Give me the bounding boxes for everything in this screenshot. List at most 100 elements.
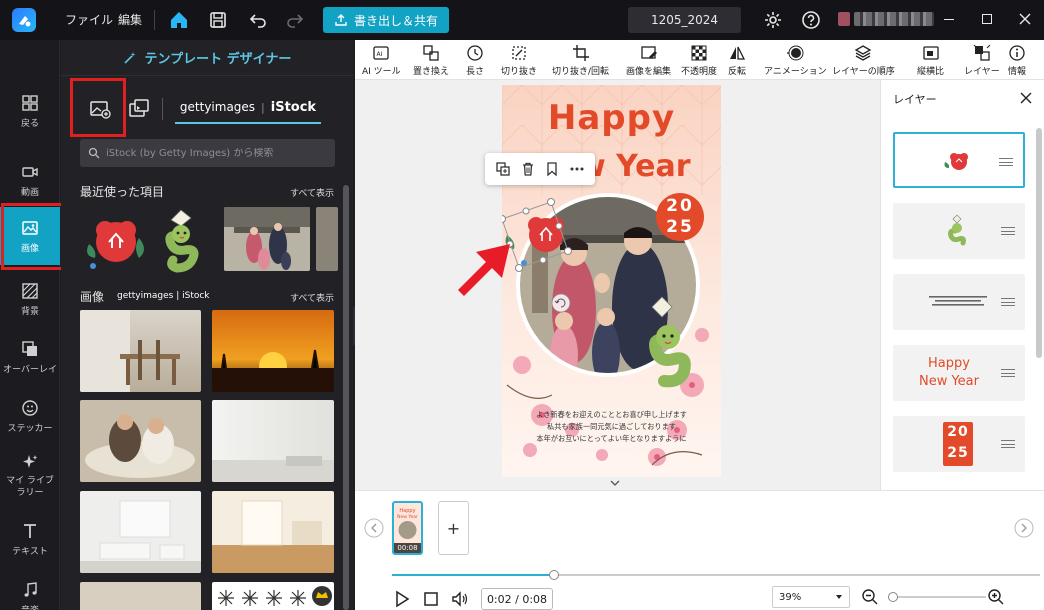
timeline-prev-icon[interactable] [364,518,384,538]
image-thumb-wood-room[interactable] [212,491,334,573]
zoom-select[interactable]: 39% [772,586,850,608]
template-designer-title: テンプレート デザイナー [144,52,292,67]
chevron-down-icon[interactable] [608,478,622,488]
nav-video[interactable]: 動画 [0,151,60,209]
recent-item-family-photo[interactable] [224,207,310,271]
recent-item-camellia[interactable] [81,208,151,272]
timeline-next-icon[interactable] [1014,518,1034,538]
bookmark-icon[interactable] [544,161,560,177]
recent-show-all-link[interactable]: すべて表示 [290,186,334,199]
card-year-badge[interactable]: 20 25 [656,196,704,238]
tool-info[interactable]: 情報 [1008,44,1026,77]
menu-file[interactable]: ファイル [65,11,113,28]
tool-cutout[interactable]: 切り抜き [501,44,537,77]
image-thumb-partial-1[interactable] [80,582,201,610]
layer-item-year-badge[interactable]: 20 25 [893,416,1025,472]
user-avatar[interactable] [838,12,850,26]
tool-flip[interactable]: 反転 [728,44,746,77]
tool-edit-image[interactable]: 画像を編集 [626,44,671,77]
search-box[interactable] [80,139,335,167]
more-icon[interactable] [569,161,585,177]
play-icon[interactable] [394,590,410,608]
tool-opacity[interactable]: 不透明度 [681,44,717,77]
save-icon[interactable] [207,9,229,31]
nav-text[interactable]: テキスト [0,510,60,568]
tool-animation[interactable]: アニメーション [764,44,827,77]
snake-thumb-icon [948,214,966,246]
nav-overlay[interactable]: オーバーレイ [0,328,60,386]
nav-music[interactable]: 音楽 [0,569,60,610]
getty-istock-tab[interactable]: gettyimages | iStock [175,92,321,124]
zoom-slider-knob[interactable] [888,592,898,602]
delete-icon[interactable] [520,161,536,177]
sparkle-icon [23,455,38,468]
drag-handle-icon[interactable] [1001,298,1015,306]
preview-canvas[interactable]: Happy New Year 20 25 よき新春をお迎えのこととお喜び申し上げ… [355,80,880,490]
help-icon[interactable] [800,9,822,31]
tool-crop-rotate[interactable]: 切り抜き/回転 [552,44,609,77]
nav-background[interactable]: 背景 [0,270,60,328]
background-icon [22,282,38,299]
playback-progress-fill [392,574,554,576]
close-window-icon[interactable] [1016,10,1034,28]
library-scrollbar[interactable] [343,185,349,610]
add-clip-button[interactable]: + [438,501,469,555]
layer-item-greeting[interactable] [893,274,1025,330]
gear-icon[interactable] [762,9,784,31]
undo-icon[interactable] [247,9,269,31]
playback-progress-track[interactable] [392,570,1040,580]
tool-replace[interactable]: 置き換え [413,44,449,77]
layer-item-snake[interactable] [893,203,1025,259]
project-name[interactable]: 1205_2024 [628,7,741,33]
image-thumb-white-room[interactable] [212,400,334,482]
layer-item-happy-new-year[interactable]: Happy New Year [893,345,1025,401]
recent-item-partial[interactable] [316,207,338,271]
duplicate-icon[interactable] [495,161,511,177]
zoom-in-icon[interactable] [987,588,1005,606]
drag-handle-icon[interactable] [999,158,1013,166]
redo-icon[interactable] [284,9,306,31]
nav-back[interactable]: 戻る [0,82,60,140]
zoom-slider-track[interactable] [888,592,986,602]
drag-handle-icon[interactable] [1001,369,1015,377]
tool-layers[interactable]: レイヤー [964,44,1000,77]
card-greeting[interactable]: よき新春をお迎えのこととお喜び申し上げます 私共も家族一同元気に過ごしております… [502,409,721,445]
drag-handle-icon[interactable] [1001,440,1015,448]
svg-text:AI: AI [377,51,383,58]
tool-layer-order[interactable]: レイヤーの順序 [832,44,895,77]
zoom-out-icon[interactable] [861,588,879,606]
layer-item-camellia[interactable] [893,132,1025,188]
restore-icon[interactable] [982,14,992,24]
image-thumb-sunset[interactable] [212,310,334,392]
timeline-clip[interactable]: Happy New Year 00:08 [392,501,423,555]
highlight-box-nav [1,203,67,270]
menu-edit[interactable]: 編集 [118,11,142,28]
tool-ai-label: AI ツール [362,67,401,77]
drag-handle-icon[interactable] [1001,227,1015,235]
image-thumb-dining-room[interactable] [80,310,201,392]
layer-scrollbar[interactable] [1036,128,1042,358]
image-thumb-snowflakes[interactable] [212,582,334,610]
template-designer-header[interactable]: テンプレート デザイナー [61,40,353,76]
new-year-card[interactable]: Happy New Year 20 25 よき新春をお迎えのこととお喜び申し上げ… [502,85,721,477]
stop-icon[interactable] [423,591,439,607]
tool-aspect[interactable]: 縦横比 [917,44,944,77]
tool-edit-image-label: 画像を編集 [626,67,672,77]
tool-length[interactable]: 長さ [466,44,484,77]
images-show-all-link[interactable]: すべて表示 [290,291,334,304]
minimize-icon[interactable] [944,19,954,20]
tool-ai[interactable]: AI AI ツール [362,44,401,77]
home-icon[interactable] [168,9,190,31]
nav-sticker[interactable]: ステッカー [0,387,60,445]
nav-mylibrary[interactable]: マイ ライブラリー [0,445,60,507]
image-thumb-couple[interactable] [80,400,201,482]
stock-image-tab[interactable] [126,96,152,122]
close-icon[interactable] [1018,90,1034,106]
playback-scrubber[interactable] [549,570,559,580]
card-happy-text[interactable]: Happy [502,98,721,138]
recent-item-snake[interactable] [159,206,205,274]
export-share-button[interactable]: 書き出し＆共有 [323,7,449,33]
volume-icon[interactable] [451,590,469,608]
image-thumb-living-room[interactable] [80,491,201,573]
search-input[interactable] [105,147,335,159]
